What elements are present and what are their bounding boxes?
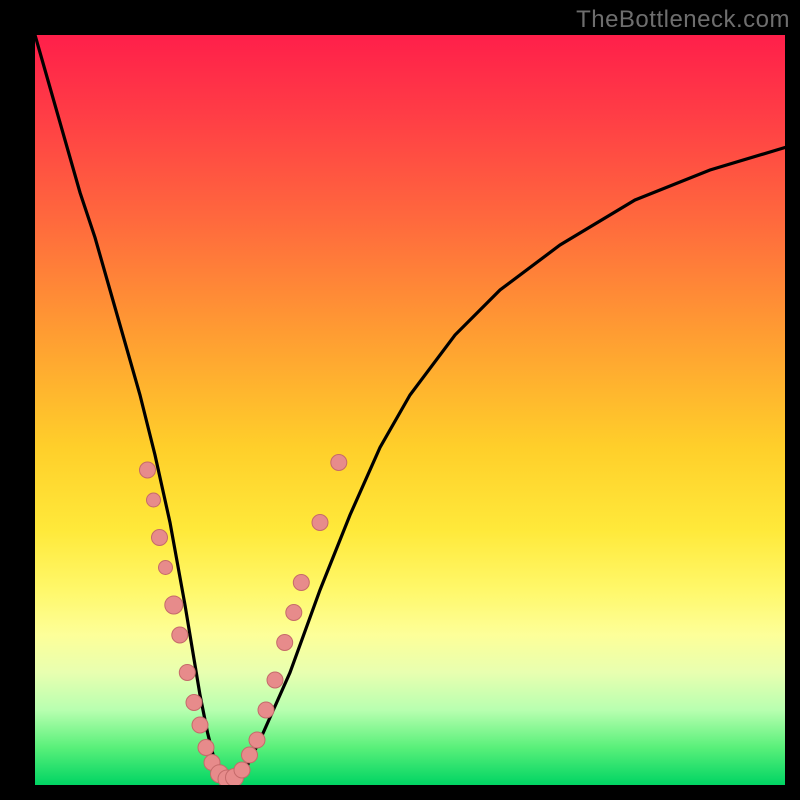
curve-marker — [242, 747, 258, 763]
curve-marker — [249, 732, 265, 748]
curve-marker — [165, 596, 183, 614]
curve-marker — [159, 561, 173, 575]
curve-marker — [147, 493, 161, 507]
curve-marker — [277, 635, 293, 651]
curve-marker — [312, 515, 328, 531]
curve-marker — [293, 575, 309, 591]
curve-markers — [140, 455, 347, 786]
watermark-text: TheBottleneck.com — [576, 6, 790, 34]
chart-svg — [35, 35, 785, 785]
curve-marker — [172, 627, 188, 643]
curve-marker — [331, 455, 347, 471]
curve-marker — [267, 672, 283, 688]
curve-marker — [186, 695, 202, 711]
curve-marker — [179, 665, 195, 681]
curve-marker — [140, 462, 156, 478]
curve-marker — [192, 717, 208, 733]
chart-frame: TheBottleneck.com — [0, 0, 800, 800]
bottleneck-curve — [35, 35, 785, 785]
curve-marker — [198, 740, 214, 756]
plot-area — [35, 35, 785, 785]
curve-marker — [286, 605, 302, 621]
curve-marker — [234, 762, 250, 778]
curve-marker — [258, 702, 274, 718]
curve-marker — [152, 530, 168, 546]
